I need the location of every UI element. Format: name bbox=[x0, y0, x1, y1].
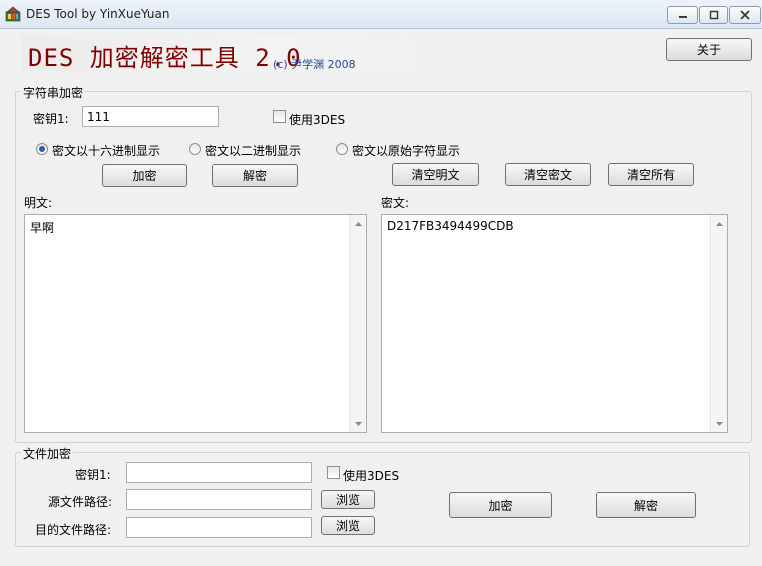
radio-raw[interactable] bbox=[336, 143, 348, 155]
plaintext-scrollbar[interactable] bbox=[349, 215, 366, 432]
radio-selected-dot bbox=[39, 146, 45, 152]
app-heading: DES 加密解密工具 2.0 bbox=[28, 44, 302, 72]
string-3des-label: 使用3DES bbox=[289, 113, 346, 127]
source-path-label: 源文件路径: bbox=[48, 495, 113, 509]
string-key-input[interactable] bbox=[82, 106, 219, 127]
chevron-down-icon bbox=[355, 421, 362, 426]
plaintext-content: 早啊 bbox=[30, 221, 55, 235]
file-encrypt-button[interactable]: 加密 bbox=[449, 492, 552, 518]
ciphertext-area[interactable]: D217FB3494499CDB bbox=[381, 214, 728, 433]
browse-source-button[interactable]: 浏览 bbox=[321, 490, 375, 509]
ciphertext-content: D217FB3494499CDB bbox=[387, 219, 514, 233]
file-encrypt-legend: 文件加密 bbox=[21, 445, 74, 462]
minimize-button[interactable] bbox=[667, 6, 698, 24]
chevron-up-icon bbox=[355, 221, 362, 226]
dest-path-label: 目的文件路径: bbox=[35, 523, 112, 537]
clear-plaintext-button[interactable]: 清空明文 bbox=[392, 163, 479, 186]
plaintext-label: 明文: bbox=[24, 196, 53, 210]
ciphertext-scrollbar[interactable] bbox=[710, 215, 727, 432]
string-3des-checkbox[interactable] bbox=[273, 110, 286, 123]
string-decrypt-button[interactable]: 解密 bbox=[212, 164, 298, 187]
copyright-text: (c) 尹学渊 2008 bbox=[273, 58, 356, 71]
dest-path-input[interactable] bbox=[126, 517, 312, 538]
file-decrypt-button[interactable]: 解密 bbox=[596, 492, 696, 518]
scroll-up-arrow[interactable] bbox=[711, 215, 728, 232]
plaintext-area[interactable]: 早啊 bbox=[24, 214, 367, 433]
window-title: DES Tool by YinXueYuan bbox=[26, 7, 170, 21]
radio-hex[interactable] bbox=[36, 143, 48, 155]
maximize-button[interactable] bbox=[699, 6, 728, 24]
minimize-icon bbox=[678, 16, 687, 18]
file-key-input[interactable] bbox=[126, 462, 312, 483]
file-key-label: 密钥1: bbox=[75, 468, 111, 482]
file-3des-label: 使用3DES bbox=[343, 469, 400, 483]
string-encrypt-legend: 字符串加密 bbox=[21, 84, 86, 101]
radio-hex-label: 密文以十六进制显示 bbox=[52, 144, 161, 158]
scroll-up-arrow[interactable] bbox=[350, 215, 367, 232]
source-path-input[interactable] bbox=[126, 489, 312, 510]
scroll-down-arrow[interactable] bbox=[711, 415, 728, 432]
close-icon bbox=[740, 10, 750, 20]
radio-raw-label: 密文以原始字符显示 bbox=[352, 144, 461, 158]
radio-binary-label: 密文以二进制显示 bbox=[205, 144, 302, 158]
browse-dest-button[interactable]: 浏览 bbox=[321, 516, 375, 535]
chevron-down-icon bbox=[716, 421, 723, 426]
close-window-button[interactable] bbox=[729, 6, 761, 24]
string-key-label: 密钥1: bbox=[33, 112, 69, 126]
app-icon bbox=[5, 6, 21, 22]
scroll-down-arrow[interactable] bbox=[350, 415, 367, 432]
chevron-up-icon bbox=[716, 221, 723, 226]
about-button[interactable]: 关于 bbox=[666, 38, 752, 61]
radio-binary[interactable] bbox=[189, 143, 201, 155]
file-3des-checkbox[interactable] bbox=[327, 466, 340, 479]
clear-ciphertext-button[interactable]: 清空密文 bbox=[505, 163, 591, 186]
ciphertext-label: 密文: bbox=[381, 196, 410, 210]
string-encrypt-button[interactable]: 加密 bbox=[102, 164, 187, 187]
maximize-icon bbox=[709, 10, 718, 20]
clear-all-button[interactable]: 清空所有 bbox=[608, 163, 694, 186]
